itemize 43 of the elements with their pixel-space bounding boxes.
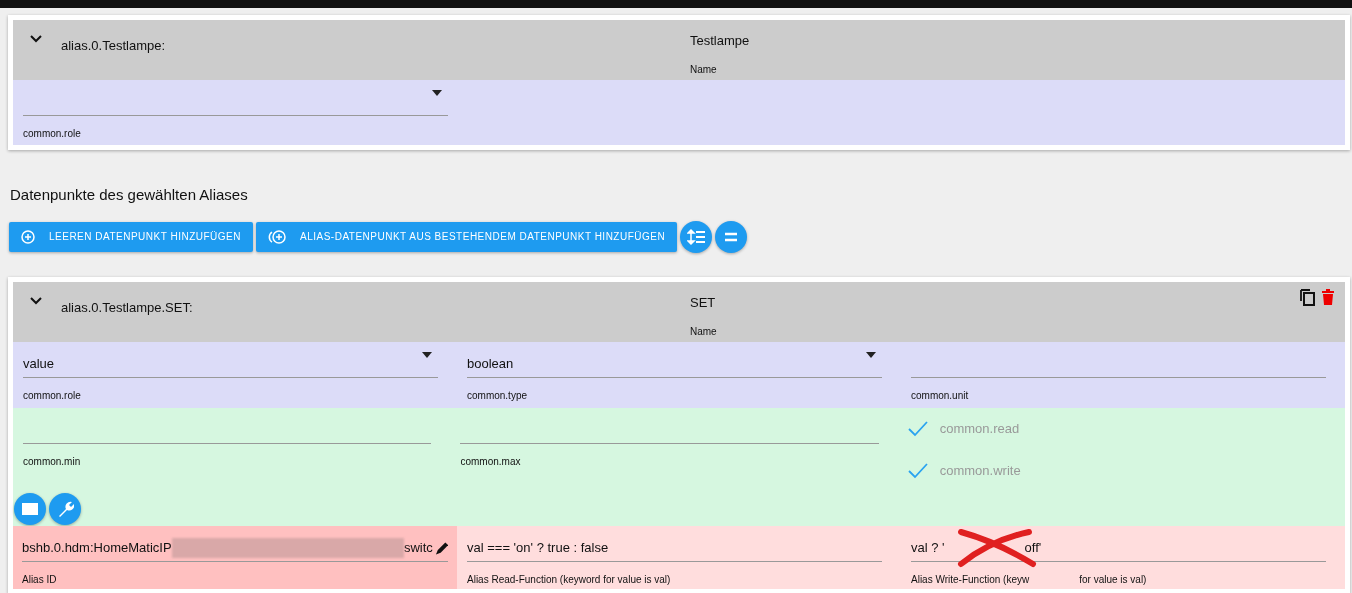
- chevron-down-icon[interactable]: [29, 34, 43, 44]
- field-label: common.min: [23, 454, 82, 469]
- alias-id-value[interactable]: bshb.0.hdm:HomeMaticIP: [22, 538, 172, 558]
- field-label: Alias Write-Function (keyw: [911, 573, 1030, 585]
- rectangle-icon: [22, 502, 38, 515]
- chevron-down-icon[interactable]: [29, 295, 43, 306]
- alias-id-text: alias.0.Testlampe:: [61, 37, 167, 55]
- section-title: Datenpunkte des gewählten Aliases: [10, 185, 249, 205]
- caret-icon: [866, 351, 876, 358]
- select-field[interactable]: boolean: [467, 351, 882, 378]
- input-field[interactable]: val === 'on' ? true : false: [467, 535, 882, 562]
- add-circle-icon: [21, 229, 35, 244]
- checkbox-label: common.write: [939, 461, 1021, 480]
- field-label: Name: [690, 324, 718, 339]
- rectangle-button[interactable]: [14, 492, 46, 525]
- field-label: Alias ID: [22, 572, 58, 587]
- field-label: common.role: [23, 388, 82, 403]
- field-label: for value is val): [1079, 573, 1147, 585]
- caret-icon: [422, 351, 432, 358]
- collapse-all-button[interactable]: [715, 220, 748, 253]
- name-field[interactable]: Testlampe: [690, 30, 1225, 52]
- pencil-icon[interactable]: [434, 540, 448, 556]
- settings-button[interactable]: [49, 492, 81, 525]
- checkbox-label: common.read: [939, 419, 1020, 438]
- field-label: common.unit: [911, 388, 970, 403]
- field-label: Name: [690, 63, 718, 77]
- copy-icon[interactable]: [1299, 287, 1317, 306]
- expand-rows-icon: [687, 227, 706, 246]
- alias-id-value[interactable]: switc: [404, 538, 433, 558]
- expand-all-button[interactable]: [680, 220, 713, 253]
- name-field[interactable]: SET: [690, 291, 1225, 314]
- field-label: common.type: [467, 388, 529, 403]
- field-label: common.max: [460, 454, 522, 469]
- function-text[interactable]: val ? ': [911, 538, 945, 558]
- checkmark-icon[interactable]: [907, 420, 928, 437]
- select-field[interactable]: value: [23, 351, 438, 378]
- add-circle-icon: [268, 229, 286, 244]
- field-label: common.role: [23, 127, 82, 141]
- checkmark-icon[interactable]: [907, 462, 928, 479]
- caret-icon: [432, 90, 442, 96]
- function-text[interactable]: off': [1024, 538, 1042, 558]
- alias-id-text: alias.0.Testlampe.SET:: [61, 298, 194, 317]
- field-label: Alias Read-Function (keyword for value is val): [467, 572, 672, 587]
